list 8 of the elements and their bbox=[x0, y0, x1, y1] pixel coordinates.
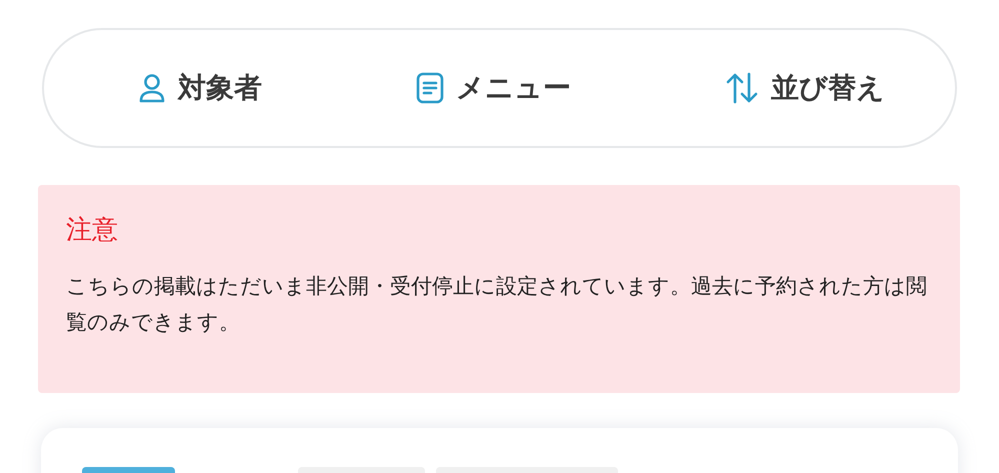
notice-title: 注意 bbox=[66, 215, 119, 246]
sort-icon bbox=[725, 72, 759, 104]
nav-button[interactable]: 並び替え bbox=[725, 69, 885, 107]
document-icon bbox=[416, 72, 444, 104]
nav-button[interactable]: メニュー bbox=[416, 69, 571, 107]
notice-text: こちらの掲載はただいま非公開・受付停止に設定されています。過去に予約された方は閲覧のみできます。 bbox=[66, 273, 928, 336]
person-icon bbox=[138, 73, 166, 103]
nav-button[interactable]: 対象者 bbox=[138, 69, 262, 107]
